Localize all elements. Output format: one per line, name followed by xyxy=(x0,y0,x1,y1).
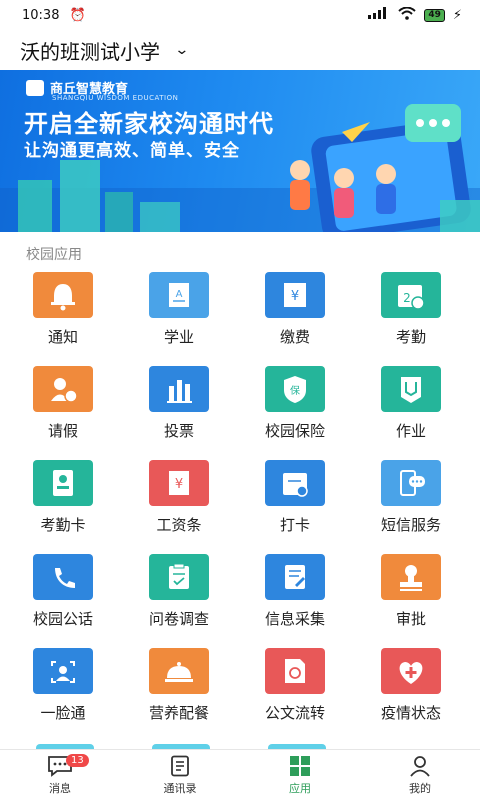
app-label: 通知 xyxy=(47,328,78,346)
id-card-icon xyxy=(33,460,93,506)
meal-icon xyxy=(149,648,209,694)
battery-icon: 49 xyxy=(424,8,445,22)
bottom-tab-bar: 13 消息 通讯录 应用 我的 xyxy=(0,749,480,800)
banner-headline: 开启全新家校沟通时代 xyxy=(24,110,274,138)
svg-text:保: 保 xyxy=(290,384,300,397)
app-tile[interactable]: A 学业 xyxy=(121,272,237,347)
app-tile[interactable]: 一脸通 xyxy=(5,648,121,723)
shield-icon: 保 xyxy=(265,366,325,412)
document-icon xyxy=(265,648,325,694)
fee-icon: ¥ xyxy=(265,272,325,318)
wifi-icon xyxy=(398,6,416,24)
profile-icon xyxy=(407,754,433,778)
salary-icon: ¥ xyxy=(149,460,209,506)
app-tile[interactable]: 审批 xyxy=(353,554,469,629)
phone-icon xyxy=(33,554,93,600)
app-label: 校园保险 xyxy=(264,422,325,440)
svg-text:¥: ¥ xyxy=(291,289,299,304)
promo-banner[interactable]: 商丘智慧教育 SHANGQIU WISDOM EDUCATION 开启全新家校沟… xyxy=(0,70,480,232)
app-tile[interactable]: 问卷调查 xyxy=(121,554,237,629)
app-label: 学业 xyxy=(163,328,194,346)
app-label: 校园公话 xyxy=(32,610,93,628)
app-tile[interactable]: 打卡 xyxy=(237,460,353,535)
face-icon xyxy=(33,648,93,694)
app-label: 考勤卡 xyxy=(40,516,86,534)
app-tile[interactable]: 2 考勤 xyxy=(353,272,469,347)
tab-label: 应用 xyxy=(289,782,311,795)
banner-subline: 让沟通更高效、简单、安全 xyxy=(24,141,240,161)
status-bar: 10:38 ⏰ 49 ⚡ xyxy=(0,0,480,30)
report-icon: A xyxy=(149,272,209,318)
app-label: 信息采集 xyxy=(264,610,325,628)
app-label: 营养配餐 xyxy=(148,704,209,722)
app-tile[interactable]: 通知 xyxy=(5,272,121,347)
app-label: 疫情状态 xyxy=(380,704,441,722)
app-tile[interactable]: ¥ 缴费 xyxy=(237,272,353,347)
app-label: 考勤 xyxy=(395,328,426,346)
health-icon xyxy=(381,648,441,694)
status-time: 10:38 xyxy=(22,7,60,23)
tab-label: 我的 xyxy=(409,782,431,795)
app-tile[interactable]: 公文流转 xyxy=(237,648,353,723)
school-name: 沃的班测试小学 xyxy=(20,39,160,64)
logo-mark-icon xyxy=(26,79,44,96)
tab-label: 通讯录 xyxy=(163,782,197,795)
svg-text:¥: ¥ xyxy=(175,477,183,492)
alarm-icon: ⏰ xyxy=(69,7,86,23)
app-label: 打卡 xyxy=(279,516,310,534)
app-tile[interactable]: 保校园保险 xyxy=(237,366,353,441)
banner-logo-en: SHANGQIU WISDOM EDUCATION xyxy=(52,94,179,102)
school-selector[interactable]: 沃的班测试小学 ⌄ xyxy=(0,30,480,70)
app-tile[interactable]: 校园公话 xyxy=(5,554,121,629)
app-tile[interactable]: 信息采集 xyxy=(237,554,353,629)
app-label: 短信服务 xyxy=(380,516,441,534)
app-label: 作业 xyxy=(395,422,426,440)
app-tile[interactable]: 短信服务 xyxy=(353,460,469,535)
app-label: 一脸通 xyxy=(40,704,86,722)
app-tile[interactable]: 营养配餐 xyxy=(121,648,237,723)
unread-badge: 13 xyxy=(66,754,89,767)
section-title: 校园应用 xyxy=(26,247,82,263)
tab-messages[interactable]: 13 消息 xyxy=(0,750,120,800)
svg-text:2: 2 xyxy=(403,291,411,305)
charging-icon: ⚡ xyxy=(452,7,462,23)
survey-icon xyxy=(149,554,209,600)
app-label: 请假 xyxy=(47,422,78,440)
tab-apps[interactable]: 应用 xyxy=(240,750,360,800)
leave-icon xyxy=(33,366,93,412)
app-label: 投票 xyxy=(163,422,194,440)
app-label: 公文流转 xyxy=(264,704,325,722)
tab-contacts[interactable]: 通讯录 xyxy=(120,750,240,800)
app-tile[interactable]: ¥ 工资条 xyxy=(121,460,237,535)
svg-text:A: A xyxy=(176,289,183,300)
approval-icon xyxy=(381,554,441,600)
app-tile[interactable]: 考勤卡 xyxy=(5,460,121,535)
tab-profile[interactable]: 我的 xyxy=(360,750,480,800)
app-tile[interactable]: 请假 xyxy=(5,366,121,441)
homework-icon xyxy=(381,366,441,412)
bar-chart-icon xyxy=(149,366,209,412)
bell-icon xyxy=(33,272,93,318)
app-tile[interactable]: 作业 xyxy=(353,366,469,441)
apps-icon xyxy=(287,754,313,778)
tab-label: 消息 xyxy=(49,782,71,795)
app-label: 工资条 xyxy=(156,516,202,534)
app-label: 问卷调查 xyxy=(148,610,209,628)
collect-icon xyxy=(265,554,325,600)
contacts-icon xyxy=(167,754,193,778)
clock-in-icon xyxy=(265,460,325,506)
signal-icon xyxy=(368,7,390,23)
app-label: 缴费 xyxy=(279,328,310,346)
app-tile[interactable]: 投票 xyxy=(121,366,237,441)
app-tile[interactable]: 疫情状态 xyxy=(353,648,469,723)
chevron-down-icon: ⌄ xyxy=(174,42,190,58)
calendar-icon: 2 xyxy=(381,272,441,318)
sms-icon xyxy=(381,460,441,506)
app-label: 审批 xyxy=(395,610,426,628)
